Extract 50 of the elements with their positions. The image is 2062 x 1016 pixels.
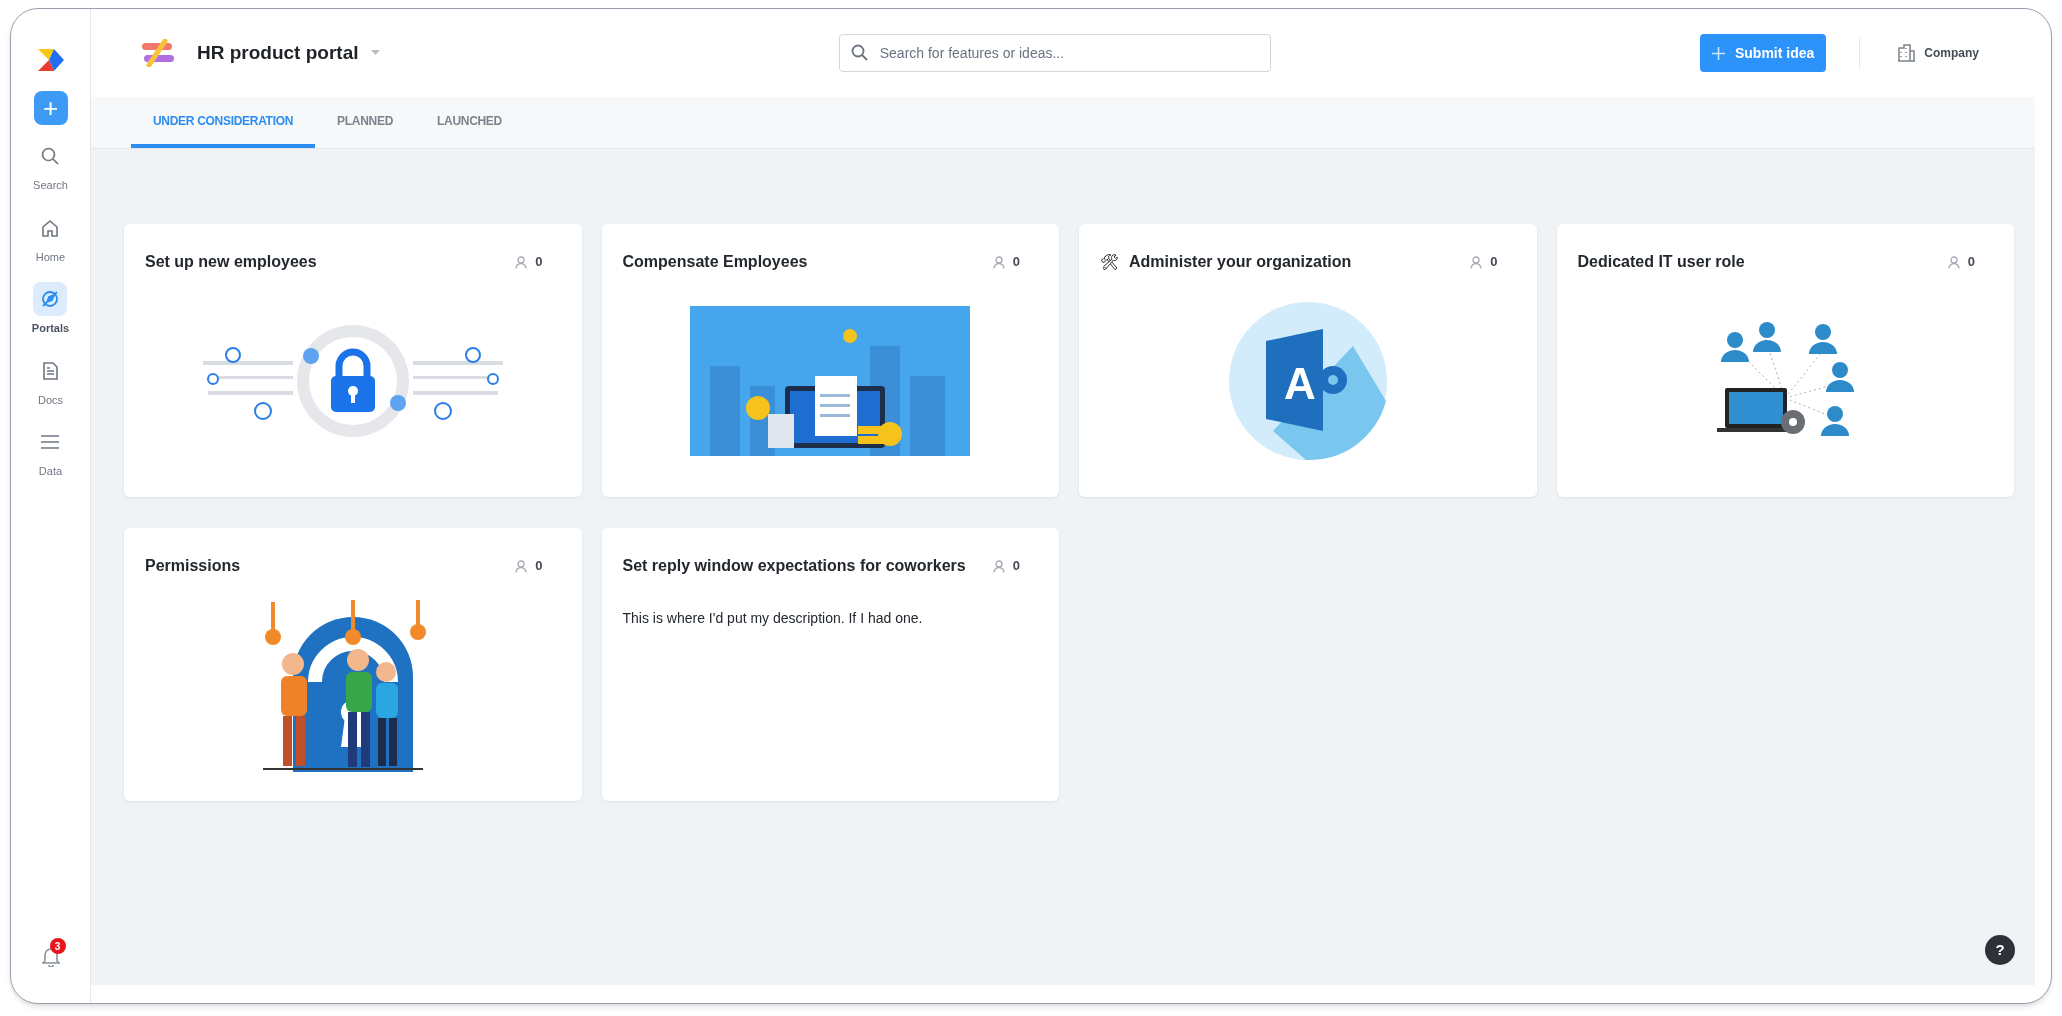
search-field[interactable]: Search for features or ideas...: [838, 34, 1271, 72]
company-menu[interactable]: Company: [1924, 44, 1979, 62]
card-title[interactable]: Compensate Employees: [622, 250, 993, 274]
vote-count: 0: [1012, 253, 1020, 272]
user-icon: [515, 255, 528, 269]
idea-card[interactable]: Dedicated IT user role 0: [1556, 224, 2014, 497]
app-icon-illustration: A: [1227, 300, 1388, 461]
user-icon: [1470, 255, 1483, 269]
building-icon: [1898, 44, 1916, 62]
idea-card[interactable]: 🛠 Administer your organization 0 A: [1079, 224, 1537, 497]
card-title[interactable]: Permissions: [145, 554, 516, 578]
plus-icon: [1711, 46, 1725, 60]
vote-count: 0: [1012, 557, 1020, 576]
search-icon: [850, 44, 868, 61]
idea-card[interactable]: Set up new employees 0: [124, 224, 582, 497]
tab[interactable]: LAUNCHED: [415, 97, 524, 148]
idea-card[interactable]: Compensate Employees 0: [601, 224, 1059, 497]
portal-logo: [141, 39, 175, 67]
user-icon: [992, 559, 1005, 573]
nav-label[interactable]: Docs: [37, 391, 63, 408]
user-icon: [515, 559, 528, 573]
notification-count: 3: [49, 938, 66, 954]
list-icon[interactable]: [41, 435, 60, 449]
tab[interactable]: PLANNED: [315, 97, 415, 148]
vote-count: 0: [1490, 253, 1498, 272]
vote-count: 0: [535, 557, 543, 576]
card-title[interactable]: Administer your organization: [1129, 250, 1471, 274]
user-icon: [1947, 255, 1960, 269]
card-description: This is where I'd put my description. If I had one.: [622, 609, 924, 628]
nav-label[interactable]: Search: [33, 177, 68, 194]
card-title[interactable]: Dedicated IT user role: [1577, 250, 1948, 274]
compass-icon[interactable]: [40, 289, 61, 309]
portal-title[interactable]: HR product portal: [197, 38, 359, 68]
card-title[interactable]: Set up new employees: [145, 250, 516, 274]
document-icon[interactable]: [42, 361, 59, 380]
vote-count: 0: [535, 253, 543, 272]
nav-label[interactable]: Data: [38, 463, 63, 480]
idea-card[interactable]: Permissions 0: [124, 528, 582, 801]
app-logo: [37, 49, 64, 71]
nav-label[interactable]: Portals: [31, 320, 70, 337]
vote-count: 0: [1967, 253, 1975, 272]
help-button[interactable]: ?: [1985, 935, 2015, 965]
user-icon: [992, 255, 1005, 269]
search-icon[interactable]: [41, 147, 60, 165]
idea-card[interactable]: Set reply window expectations for coworkers 0 This is where I'd put my description. If I had one.: [601, 528, 1059, 801]
card-title[interactable]: Set reply window expectations for coworkers: [622, 554, 993, 578]
tools-icon: 🛠: [1100, 250, 1119, 274]
caret-icon[interactable]: [370, 50, 380, 56]
nav-label[interactable]: Home: [35, 248, 66, 265]
home-icon[interactable]: [41, 218, 60, 237]
